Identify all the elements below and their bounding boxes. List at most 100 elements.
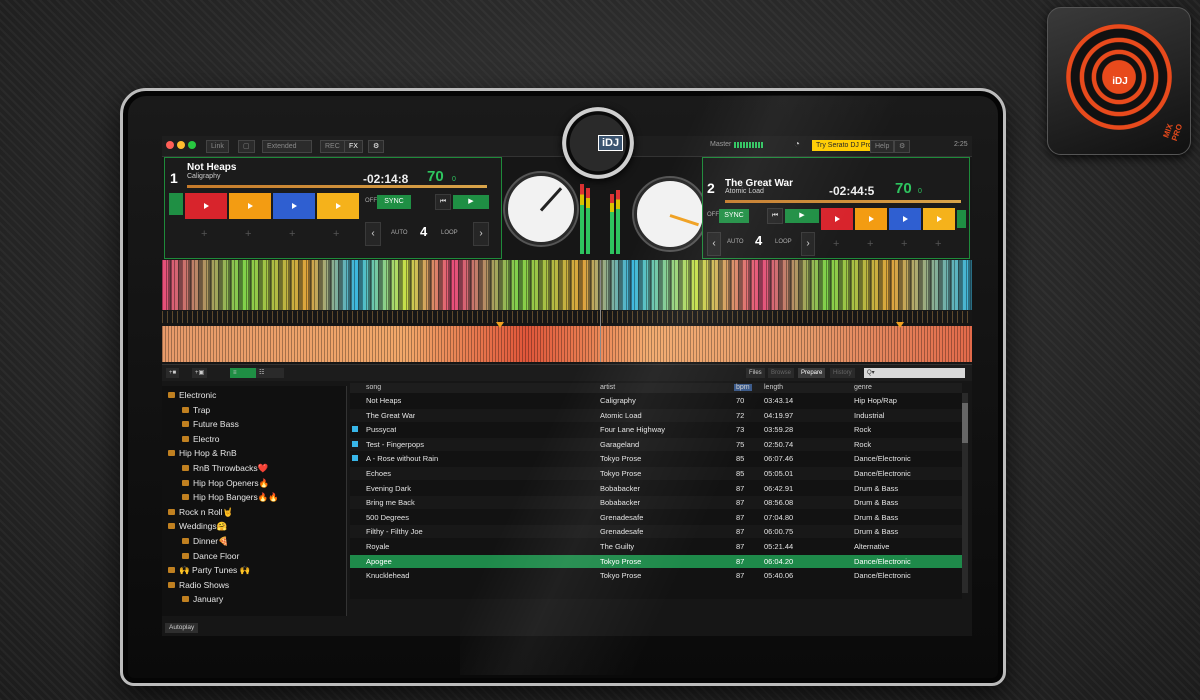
table-row[interactable]: Pussycat Four Lane Highway 73 03:59.28 Rock: [350, 423, 962, 436]
prepare-tab[interactable]: Prepare: [798, 368, 826, 378]
cue-button[interactable]: ⏮: [435, 194, 451, 210]
cue-button[interactable]: ⏮: [767, 208, 783, 224]
settings-gear-icon[interactable]: ⚙: [894, 140, 911, 153]
column-length[interactable]: length: [764, 384, 783, 391]
table-row[interactable]: Bring me Back Bobabacker 87 08:56.08 Drum & …: [350, 496, 962, 510]
crate-item[interactable]: 🙌 Party Tunes 🙌: [168, 565, 250, 576]
crate-item[interactable]: Hip Hop Bangers🔥🔥: [182, 492, 279, 503]
hotcue-pad-2[interactable]: [855, 208, 887, 230]
crate-item[interactable]: Electro: [182, 434, 219, 444]
scrollbar-thumb[interactable]: [962, 403, 968, 443]
try-pro-button[interactable]: Try Serato DJ Pro: [812, 140, 876, 151]
add-hotcue-icon[interactable]: +: [867, 238, 873, 250]
cell-artist: Atomic Load: [600, 410, 642, 420]
crate-item[interactable]: Future Bass: [182, 419, 239, 429]
sync-button[interactable]: SYNC: [719, 209, 749, 223]
hotcue-pad-3[interactable]: [889, 208, 921, 230]
layout-icon[interactable]: ▢: [238, 140, 255, 153]
track-overview[interactable]: [725, 200, 961, 203]
crate-label: Rock n Roll🤘: [179, 506, 234, 517]
close-window-icon[interactable]: [166, 141, 174, 149]
crate-item[interactable]: Hip Hop & RnB: [168, 448, 237, 458]
table-row[interactable]: Knucklehead Tokyo Prose 87 05:40.06 Dance/El…: [350, 569, 962, 582]
table-row[interactable]: Test - Fingerpops Garageland 75 02:50.74 Roc…: [350, 437, 962, 451]
table-row[interactable]: Filthy - Filthy Joe Grenadesafe 87 06:00.75…: [350, 525, 962, 539]
mixer-icon[interactable]: ⚙: [368, 140, 385, 153]
table-row[interactable]: Not Heaps Caligraphy 70 03:43.14 Hip Hop/Rap: [350, 394, 962, 407]
hotcue-pad-1[interactable]: [821, 208, 853, 230]
list-view-icon[interactable]: ≡: [230, 368, 258, 378]
overview-waveform[interactable]: [162, 326, 972, 362]
add-hotcue-icon[interactable]: +: [833, 238, 839, 250]
table-row[interactable]: A - Rose without Rain Tokyo Prose 85 06:07.…: [350, 452, 962, 465]
loop-prev-icon[interactable]: ‹: [707, 232, 721, 256]
add-hotcue-icon[interactable]: +: [245, 228, 251, 240]
zoomed-waveform[interactable]: [162, 260, 972, 310]
crate-item[interactable]: January: [182, 594, 223, 604]
hotcue-pad-1[interactable]: [185, 193, 227, 219]
crate-item[interactable]: Dance Floor: [182, 551, 239, 561]
add-hotcue-icon[interactable]: +: [289, 228, 295, 240]
crate-item[interactable]: Radio Shows: [168, 580, 229, 590]
platter-needle: [669, 214, 699, 227]
layout-select[interactable]: Extended: [262, 140, 312, 153]
crate-item[interactable]: Trap: [182, 405, 210, 415]
add-hotcue-icon[interactable]: +: [201, 228, 207, 240]
files-tab[interactable]: Files: [746, 368, 765, 378]
rec-button[interactable]: REC: [320, 140, 345, 153]
hotcue-pad-4[interactable]: [923, 208, 955, 230]
column-song[interactable]: song: [366, 384, 381, 391]
hotcue-pad-2[interactable]: [229, 193, 271, 219]
minimize-window-icon[interactable]: [177, 141, 185, 149]
cue-mode-icon[interactable]: [957, 210, 966, 228]
column-bpm[interactable]: bpm: [734, 384, 752, 391]
autoplay-button[interactable]: Autoplay: [165, 623, 199, 633]
add-hotcue-icon[interactable]: +: [333, 228, 339, 240]
play-button[interactable]: ▶: [453, 195, 489, 209]
hotcue-pad-4[interactable]: [317, 193, 359, 219]
cell-genre: Drum & Bass: [854, 498, 899, 508]
deck-2: 2 The Great War Atomic Load -02:44:5 70 …: [702, 157, 970, 259]
album-view-icon[interactable]: ☷: [256, 368, 284, 378]
browse-tab[interactable]: Browse: [768, 368, 795, 378]
crate-item[interactable]: Hip Hop Openers🔥: [182, 478, 269, 489]
column-genre[interactable]: genre: [854, 384, 872, 391]
table-row[interactable]: Echoes Tokyo Prose 85 05:05.01 Dance/Electro…: [350, 467, 962, 480]
play-button[interactable]: ▶: [785, 209, 819, 223]
crate-item[interactable]: Weddings🤗: [168, 521, 227, 532]
sync-button[interactable]: SYNC: [377, 195, 411, 209]
table-row[interactable]: 500 Degrees Grenadesafe 87 07:04.80 Drum & B…: [350, 511, 962, 524]
loop-length[interactable]: 4: [755, 233, 762, 248]
fx-button[interactable]: FX: [344, 140, 363, 153]
table-row[interactable]: Evening Dark Bobabacker 87 06:42.91 Drum & B…: [350, 482, 962, 495]
crate-item[interactable]: Rock n Roll🤘: [168, 507, 233, 518]
track-played-icon: [352, 426, 358, 433]
cue-mode-icon[interactable]: [169, 193, 183, 215]
loop-next-icon[interactable]: ›: [801, 232, 815, 256]
table-row[interactable]: Apogee Tokyo Prose 87 06:04.20 Dance/Electro…: [350, 554, 962, 568]
crate-item[interactable]: Dinner🍕: [182, 536, 229, 547]
link-button[interactable]: Link: [206, 140, 229, 153]
table-row[interactable]: The Great War Atomic Load 72 04:19.97 Indust…: [350, 408, 962, 422]
table-scrollbar[interactable]: [962, 393, 968, 593]
loop-next-icon[interactable]: ›: [473, 222, 489, 246]
add-crate-icon[interactable]: +■: [166, 368, 180, 378]
history-tab[interactable]: History: [830, 368, 855, 378]
help-button[interactable]: Help: [870, 140, 895, 153]
deck-1-platter[interactable]: [505, 173, 577, 245]
hotcue-pad-3[interactable]: [273, 193, 315, 219]
search-input[interactable]: Q▾: [864, 368, 965, 378]
table-row[interactable]: Royale The Guilty 87 05:21.44 Alternative: [350, 540, 962, 553]
crate-item[interactable]: RnB Throwbacks❤️: [182, 463, 268, 474]
deck-2-platter[interactable]: [634, 178, 706, 250]
zoom-window-icon[interactable]: [188, 141, 196, 149]
loop-prev-icon[interactable]: ‹: [365, 222, 381, 246]
crate-label: Hip Hop & RnB: [179, 448, 237, 459]
loop-length[interactable]: 4: [420, 224, 427, 239]
column-artist[interactable]: artist: [600, 384, 615, 391]
crate-item[interactable]: Electronic: [168, 390, 216, 400]
add-hotcue-icon[interactable]: +: [935, 238, 941, 250]
add-hotcue-icon[interactable]: +: [901, 238, 907, 250]
add-smart-crate-icon[interactable]: +▣: [192, 368, 208, 378]
track-overview[interactable]: [187, 185, 487, 188]
